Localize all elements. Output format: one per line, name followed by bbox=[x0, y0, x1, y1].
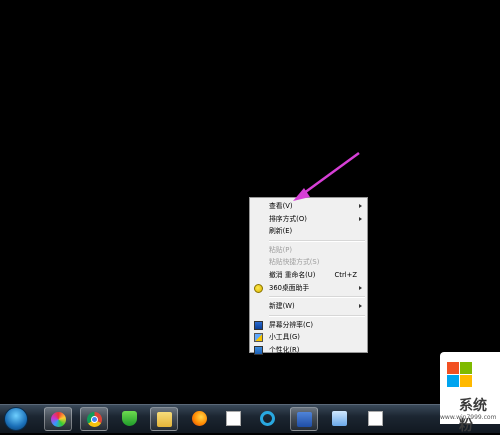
taskbar-button-chrome[interactable] bbox=[80, 407, 108, 431]
taskbar-button-firefox[interactable] bbox=[186, 407, 214, 431]
file-icon bbox=[226, 411, 241, 426]
taskbar-button-security[interactable] bbox=[116, 407, 144, 431]
logo-green-square bbox=[460, 362, 472, 374]
firefox-icon bbox=[192, 411, 207, 426]
window-icon bbox=[332, 411, 347, 426]
chrome-icon bbox=[87, 412, 102, 427]
color-picker-icon bbox=[51, 412, 66, 427]
file-icon bbox=[368, 411, 383, 426]
taskbar-button-explorer[interactable] bbox=[150, 407, 178, 431]
taskbar-button-word[interactable] bbox=[290, 407, 318, 431]
shield-icon bbox=[122, 411, 137, 426]
q-browser-icon bbox=[260, 411, 275, 426]
taskbar-button-q-browser[interactable] bbox=[254, 407, 282, 431]
taskbar-button-window[interactable] bbox=[326, 407, 354, 431]
annotation-arrow-icon bbox=[293, 151, 360, 201]
logo-red-square bbox=[447, 362, 459, 374]
word-icon bbox=[297, 412, 312, 427]
taskbar-button-extra[interactable] bbox=[362, 407, 390, 431]
folder-icon bbox=[157, 412, 172, 427]
taskbar-button-color-picker[interactable] bbox=[44, 407, 72, 431]
taskbar-button-file[interactable] bbox=[220, 407, 248, 431]
start-orb-icon[interactable] bbox=[4, 407, 28, 431]
taskbar bbox=[0, 404, 500, 433]
logo-blue-square bbox=[447, 375, 459, 387]
watermark-url: www.win7999.com bbox=[440, 414, 497, 421]
logo-yellow-square bbox=[460, 375, 472, 387]
